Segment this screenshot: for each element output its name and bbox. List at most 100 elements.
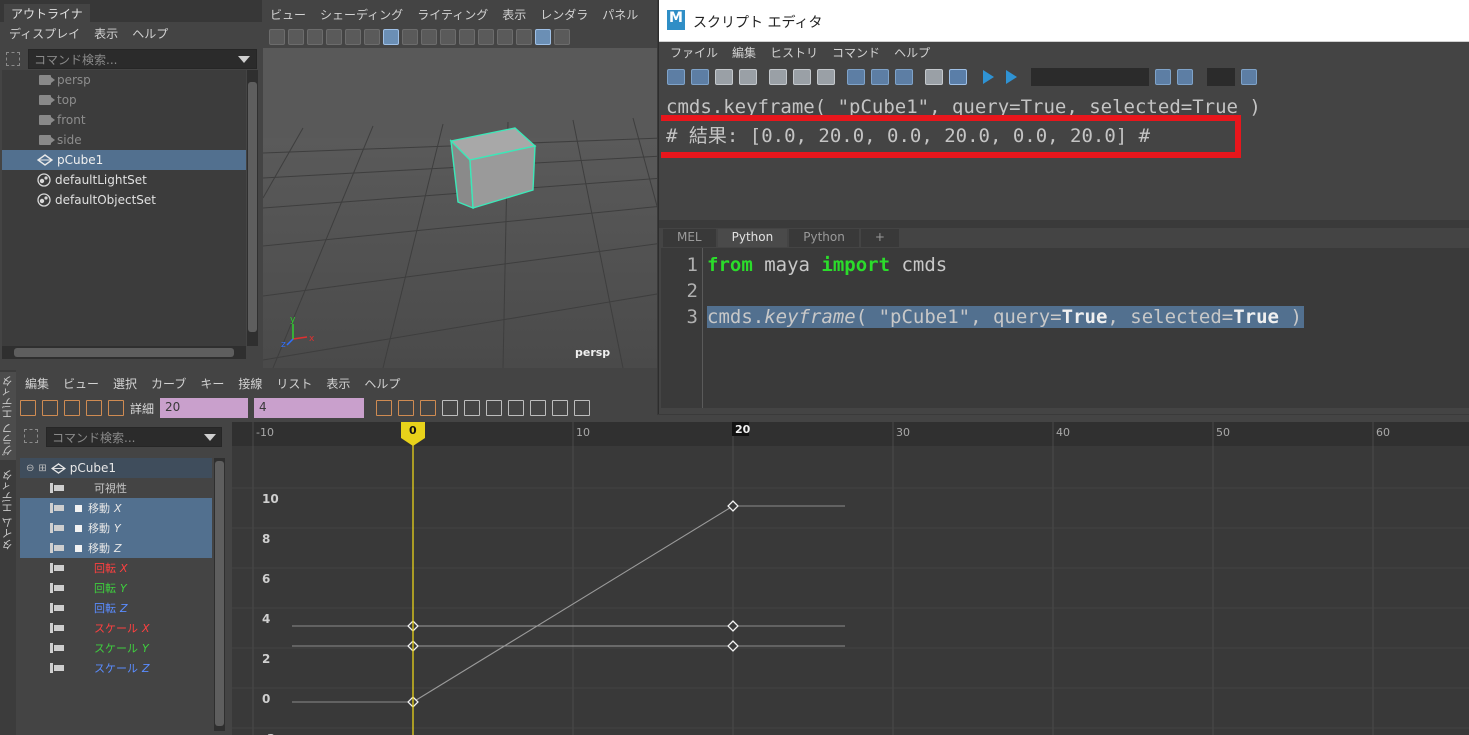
menu-edit[interactable]: 編集 bbox=[18, 375, 56, 393]
channel-row[interactable]: 回転 X bbox=[20, 558, 212, 578]
graph-search-input[interactable]: コマンド検索... bbox=[46, 427, 222, 447]
channel-row[interactable]: スケール Z bbox=[20, 658, 212, 678]
menu-show[interactable]: 表示 bbox=[495, 6, 533, 26]
smooth-shade-icon[interactable] bbox=[535, 29, 551, 45]
pane-splitter[interactable] bbox=[659, 220, 1469, 228]
menu-edit[interactable]: 編集 bbox=[725, 44, 763, 62]
stats-value-field[interactable]: 4 bbox=[254, 398, 365, 418]
search-down-icon[interactable] bbox=[1155, 69, 1171, 85]
search-up-icon[interactable] bbox=[1177, 69, 1193, 85]
tab-graph-editor[interactable]: グラフ エディタ bbox=[0, 372, 16, 460]
menu-command[interactable]: コマンド bbox=[825, 44, 887, 62]
camera-attributes-icon[interactable] bbox=[288, 29, 304, 45]
menu-show[interactable]: 表示 bbox=[87, 25, 125, 42]
menu-help[interactable]: ヘルプ bbox=[357, 375, 407, 393]
outliner-hscrollbar[interactable] bbox=[2, 346, 246, 359]
add-tab-button[interactable]: + bbox=[860, 229, 899, 247]
channel-row[interactable]: 移動 Y bbox=[20, 518, 212, 538]
camera-select-icon[interactable] bbox=[269, 29, 285, 45]
tab-mel[interactable]: MEL bbox=[663, 229, 716, 247]
lattice-deform-icon[interactable] bbox=[64, 400, 80, 416]
clear-all-icon[interactable] bbox=[817, 69, 835, 85]
step-tangent-icon[interactable] bbox=[552, 400, 569, 416]
wireframe-icon[interactable] bbox=[516, 29, 532, 45]
stats-time-field[interactable]: 20 bbox=[160, 398, 249, 418]
retime-tool-icon[interactable] bbox=[108, 400, 124, 416]
drag-handle-icon[interactable] bbox=[6, 52, 20, 66]
show-history-icon[interactable] bbox=[847, 69, 865, 85]
tab-time-editor[interactable]: タイム エディタ bbox=[0, 466, 16, 554]
film-gate-icon[interactable] bbox=[402, 29, 418, 45]
channel-row[interactable]: スケール Y bbox=[20, 638, 212, 658]
menu-history[interactable]: ヒストリ bbox=[763, 44, 825, 62]
region-tool-icon[interactable] bbox=[86, 400, 102, 416]
safe-action-icon[interactable] bbox=[478, 29, 494, 45]
menu-select[interactable]: 選択 bbox=[106, 375, 144, 393]
load-script-icon[interactable] bbox=[667, 69, 685, 85]
search-dropdown-icon[interactable] bbox=[204, 434, 216, 441]
goto-line-icon[interactable] bbox=[1241, 69, 1257, 85]
auto-tangent-icon[interactable] bbox=[442, 400, 459, 416]
tab-python[interactable]: Python bbox=[789, 229, 859, 247]
echo-all-icon[interactable] bbox=[925, 69, 943, 85]
show-both-icon[interactable] bbox=[895, 69, 913, 85]
menu-renderer[interactable]: レンダラ bbox=[533, 6, 595, 26]
channel-row[interactable]: スケール X bbox=[20, 618, 212, 638]
graph-view[interactable]: -1010304050601086420-2200 bbox=[232, 422, 1469, 735]
code-input-panel[interactable]: 1 2 3 from maya import cmds cmds.keyfram… bbox=[661, 248, 1469, 408]
window-titlebar[interactable]: M スクリプト エディタ bbox=[659, 0, 1469, 42]
expand-icon[interactable]: ⊞ bbox=[38, 463, 46, 474]
history-output-panel[interactable]: cmds.keyframe( "pCube1", query=True, sel… bbox=[661, 92, 1469, 220]
menu-show[interactable]: 表示 bbox=[319, 375, 357, 393]
plateau-tangent-icon[interactable] bbox=[574, 400, 591, 416]
menu-view[interactable]: ビュー bbox=[56, 375, 106, 393]
grid-icon[interactable] bbox=[383, 29, 399, 45]
scrollbar-thumb[interactable] bbox=[215, 461, 224, 726]
channel-vscrollbar[interactable] bbox=[214, 458, 225, 731]
spline-tangent-icon[interactable] bbox=[464, 400, 481, 416]
frame-all-icon[interactable] bbox=[376, 400, 393, 416]
channel-row[interactable]: 移動 X bbox=[20, 498, 212, 518]
linear-tangent-icon[interactable] bbox=[508, 400, 525, 416]
field-chart-icon[interactable] bbox=[459, 29, 475, 45]
menu-file[interactable]: ファイル bbox=[663, 44, 725, 62]
drag-handle-icon[interactable] bbox=[24, 429, 38, 443]
goto-line-field[interactable] bbox=[1207, 68, 1235, 86]
menu-lighting[interactable]: ライティング bbox=[410, 6, 495, 26]
bookmark-icon[interactable] bbox=[307, 29, 323, 45]
outliner-item-defaultobjectset[interactable]: defaultObjectSet bbox=[2, 190, 246, 210]
outliner-item-front[interactable]: front bbox=[2, 110, 246, 130]
channel-row[interactable]: 回転 Y bbox=[20, 578, 212, 598]
flat-tangent-icon[interactable] bbox=[530, 400, 547, 416]
collapse-icon[interactable]: ⊖ bbox=[26, 463, 34, 474]
grease-pencil-icon[interactable] bbox=[364, 29, 380, 45]
menu-display[interactable]: ディスプレイ bbox=[2, 25, 87, 42]
clear-history-icon[interactable] bbox=[769, 69, 787, 85]
save-script-icon[interactable] bbox=[715, 69, 733, 85]
clear-input-icon[interactable] bbox=[793, 69, 811, 85]
menu-help[interactable]: ヘルプ bbox=[125, 25, 175, 42]
outliner-item-persp[interactable]: persp bbox=[2, 70, 246, 90]
move-nearest-key-icon[interactable] bbox=[20, 400, 36, 416]
outliner-item-top[interactable]: top bbox=[2, 90, 246, 110]
resolution-gate-icon[interactable] bbox=[421, 29, 437, 45]
tab-python-active[interactable]: Python bbox=[717, 229, 788, 247]
channel-row[interactable]: 可視性 bbox=[20, 478, 212, 498]
viewport-scene[interactable]: x y z persp bbox=[263, 48, 663, 368]
frame-playback-icon[interactable] bbox=[398, 400, 415, 416]
scrollbar-thumb[interactable] bbox=[14, 348, 234, 357]
outliner-vscrollbar[interactable] bbox=[247, 70, 258, 346]
outliner-item-side[interactable]: side bbox=[2, 130, 246, 150]
gate-mask-icon[interactable] bbox=[440, 29, 456, 45]
channel-row[interactable]: 回転 Z bbox=[20, 598, 212, 618]
menu-help[interactable]: ヘルプ bbox=[887, 44, 937, 62]
channel-row[interactable]: 移動 Z bbox=[20, 538, 212, 558]
menu-view[interactable]: ビュー bbox=[263, 6, 313, 26]
search-field[interactable] bbox=[1031, 68, 1149, 86]
safe-title-icon[interactable] bbox=[497, 29, 513, 45]
execute-icon[interactable] bbox=[1006, 70, 1017, 84]
image-plane-icon[interactable] bbox=[326, 29, 342, 45]
outliner-item-defaultlightset[interactable]: defaultLightSet bbox=[2, 170, 246, 190]
menu-shading[interactable]: シェーディング bbox=[313, 6, 410, 26]
clamped-tangent-icon[interactable] bbox=[486, 400, 503, 416]
